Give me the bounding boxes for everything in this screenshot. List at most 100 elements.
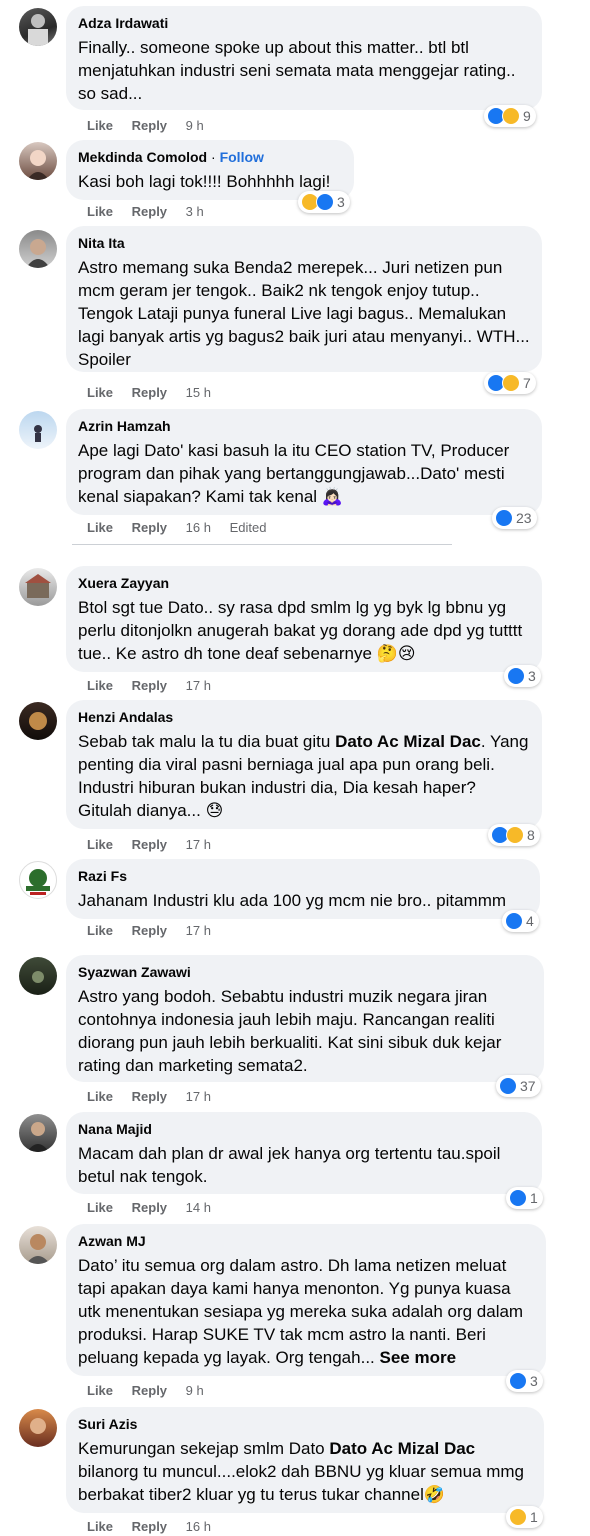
comment-bubble: Nita Ita Astro memang suka Benda2 merepe… bbox=[66, 226, 542, 372]
reaction-summary[interactable]: 8 bbox=[488, 824, 540, 846]
reply-button[interactable]: Reply bbox=[132, 1089, 167, 1104]
like-button[interactable]: Like bbox=[87, 520, 113, 535]
comment-time[interactable]: 17 h bbox=[186, 837, 211, 852]
reaction-summary[interactable]: 1 bbox=[506, 1506, 543, 1528]
comment-text: Jahanam Industri klu ada 100 yg mcm nie … bbox=[78, 891, 507, 910]
comment-text: Kemurungan sekejap smlm Dato Dato Ac Miz… bbox=[78, 1437, 532, 1506]
avatar[interactable] bbox=[19, 1114, 57, 1152]
like-button[interactable]: Like bbox=[87, 837, 113, 852]
avatar-image-icon bbox=[26, 239, 50, 268]
comment-time[interactable]: 17 h bbox=[186, 1089, 211, 1104]
comment-time[interactable]: 14 h bbox=[186, 1200, 211, 1215]
scroll-cut bbox=[0, 541, 590, 553]
reply-button[interactable]: Reply bbox=[132, 923, 167, 938]
comment-actions: Like Reply 16 h bbox=[87, 1519, 226, 1535]
avatar-image-icon bbox=[25, 574, 51, 598]
follow-button[interactable]: Follow bbox=[220, 149, 264, 165]
mention-link[interactable]: Dato Ac Mizal Dac bbox=[335, 732, 481, 751]
comment-author[interactable]: Razi Fs bbox=[78, 867, 528, 885]
reply-button[interactable]: Reply bbox=[132, 118, 167, 133]
reply-button[interactable]: Reply bbox=[132, 520, 167, 535]
comment-text-part: Dato’ itu semua org dalam astro. Dh lama… bbox=[78, 1256, 524, 1367]
reaction-summary[interactable]: 3 bbox=[506, 1370, 543, 1392]
comment-author[interactable]: Xuera Zayyan bbox=[78, 574, 530, 592]
reaction-summary[interactable]: 23 bbox=[492, 507, 537, 529]
reaction-summary[interactable]: 4 bbox=[502, 910, 539, 932]
avatar-image-icon bbox=[26, 869, 50, 895]
reply-button[interactable]: Reply bbox=[132, 1200, 167, 1215]
like-button[interactable]: Like bbox=[87, 1200, 113, 1215]
avatar[interactable] bbox=[19, 702, 57, 740]
mention-link[interactable]: Dato Ac Mizal Dac bbox=[329, 1439, 475, 1458]
comment-actions: Like Reply 17 h bbox=[87, 837, 226, 853]
like-reaction-icon bbox=[505, 912, 523, 930]
comment-author[interactable]: Mekdinda Comolod bbox=[78, 149, 207, 165]
comment-actions: Like Reply 15 h bbox=[87, 385, 226, 401]
reply-button[interactable]: Reply bbox=[132, 204, 167, 219]
comment-author[interactable]: Nita Ita bbox=[78, 234, 530, 252]
reaction-summary[interactable]: 9 bbox=[484, 105, 536, 127]
comment-time[interactable]: 17 h bbox=[186, 678, 211, 693]
comment-time[interactable]: 9 h bbox=[186, 118, 204, 133]
like-button[interactable]: Like bbox=[87, 1089, 113, 1104]
avatar[interactable] bbox=[19, 568, 57, 606]
like-button[interactable]: Like bbox=[87, 1383, 113, 1398]
comment-actions: Like Reply 9 h bbox=[87, 118, 219, 134]
reaction-summary[interactable]: 1 bbox=[506, 1187, 543, 1209]
reaction-count: 1 bbox=[530, 1509, 538, 1525]
comment-time[interactable]: 16 h bbox=[186, 1519, 211, 1534]
like-button[interactable]: Like bbox=[87, 923, 113, 938]
comment-actions: Like Reply 16 h Edited bbox=[87, 520, 281, 536]
comment-author[interactable]: Suri Azis bbox=[78, 1415, 532, 1433]
comment-time[interactable]: 15 h bbox=[186, 385, 211, 400]
avatar[interactable] bbox=[19, 8, 57, 46]
reaction-count: 3 bbox=[337, 194, 345, 210]
reaction-summary[interactable]: 37 bbox=[496, 1075, 541, 1097]
reply-button[interactable]: Reply bbox=[132, 385, 167, 400]
comment-time[interactable]: 16 h bbox=[186, 520, 211, 535]
reply-button[interactable]: Reply bbox=[132, 678, 167, 693]
reply-button[interactable]: Reply bbox=[132, 837, 167, 852]
comment-author[interactable]: Nana Majid bbox=[78, 1120, 530, 1138]
like-button[interactable]: Like bbox=[87, 385, 113, 400]
haha-reaction-icon bbox=[509, 1508, 527, 1526]
comment-time[interactable]: 17 h bbox=[186, 923, 211, 938]
comment-author[interactable]: Adza Irdawati bbox=[78, 14, 530, 32]
comment-author[interactable]: Azwan MJ bbox=[78, 1232, 534, 1250]
reaction-count: 8 bbox=[527, 827, 535, 843]
reaction-count: 3 bbox=[530, 1373, 538, 1389]
comment-bubble: Azrin Hamzah Ape lagi Dato' kasi basuh l… bbox=[66, 409, 542, 515]
comment-bubble: Xuera Zayyan Btol sgt tue Dato.. sy rasa… bbox=[66, 566, 542, 672]
comment-author[interactable]: Azrin Hamzah bbox=[78, 417, 530, 435]
comment-time[interactable]: 3 h bbox=[186, 204, 204, 219]
like-button[interactable]: Like bbox=[87, 1519, 113, 1534]
like-button[interactable]: Like bbox=[87, 678, 113, 693]
avatar[interactable] bbox=[19, 230, 57, 268]
comment-text: Macam dah plan dr awal jek hanya org ter… bbox=[78, 1144, 501, 1186]
like-button[interactable]: Like bbox=[87, 118, 113, 133]
comment-text: Astro memang suka Benda2 merepek... Juri… bbox=[78, 258, 530, 369]
comment-actions: Like Reply 14 h bbox=[87, 1200, 226, 1216]
comment-author[interactable]: Henzi Andalas bbox=[78, 708, 530, 726]
avatar[interactable] bbox=[19, 142, 57, 180]
avatar[interactable] bbox=[19, 957, 57, 995]
avatar[interactable] bbox=[19, 411, 57, 449]
edited-label[interactable]: Edited bbox=[230, 520, 267, 535]
comment-text: Sebab tak malu la tu dia buat gitu Dato … bbox=[78, 730, 530, 822]
see-more-link[interactable]: See more bbox=[379, 1348, 456, 1367]
comment-time[interactable]: 9 h bbox=[186, 1383, 204, 1398]
comment-text-part: Kemurungan sekejap smlm Dato bbox=[78, 1439, 330, 1458]
like-reaction-icon bbox=[495, 509, 513, 527]
reaction-summary[interactable]: 3 bbox=[298, 191, 350, 213]
like-reaction-icon bbox=[499, 1077, 517, 1095]
reaction-summary[interactable]: 7 bbox=[484, 372, 536, 394]
avatar[interactable] bbox=[19, 1409, 57, 1447]
avatar[interactable] bbox=[19, 861, 57, 899]
reaction-summary[interactable]: 3 bbox=[504, 665, 541, 687]
avatar[interactable] bbox=[19, 1226, 57, 1264]
comment-actions: Like Reply 17 h bbox=[87, 678, 226, 694]
like-button[interactable]: Like bbox=[87, 204, 113, 219]
reply-button[interactable]: Reply bbox=[132, 1383, 167, 1398]
comment-author[interactable]: Syazwan Zawawi bbox=[78, 963, 532, 981]
reply-button[interactable]: Reply bbox=[132, 1519, 167, 1534]
